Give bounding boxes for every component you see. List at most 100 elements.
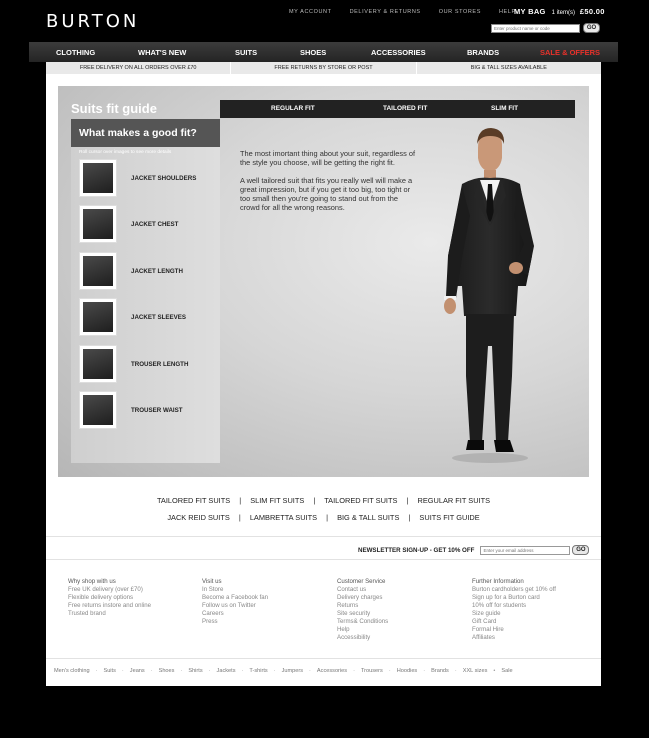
footer-link[interactable]: Trusted brand	[68, 610, 151, 618]
footer-link[interactable]: Terms& Conditions	[337, 618, 388, 626]
burton-logo[interactable]: BURTON	[46, 11, 139, 32]
nav-accessories[interactable]: ACCESSORIES	[371, 48, 426, 57]
fit-copy-intro: The most imortant thing about your suit,…	[240, 149, 415, 167]
suit-model-image	[444, 128, 534, 463]
footer-link[interactable]: Accessibility	[337, 634, 388, 642]
footer-link[interactable]: Follow us on Twitter	[202, 602, 268, 610]
footer-link[interactable]: Sign up for a Burton card	[472, 594, 556, 602]
sidebar-title: What makes a good fit?	[79, 127, 197, 139]
fit-item-label: JACKET SLEEVES	[131, 313, 187, 321]
delivery-returns-link[interactable]: DELIVERY & RETURNS	[350, 9, 421, 15]
nav-sale-offers[interactable]: SALE & OFFERS	[540, 48, 600, 57]
tab-slim-fit[interactable]: SLIM FIT	[491, 105, 518, 112]
footer-link[interactable]: Gift Card	[472, 618, 556, 626]
fit-item-jacket-chest[interactable]: JACKET CHEST	[79, 205, 219, 243]
link-big-tall-suits[interactable]: BIG & TALL SUITS	[337, 513, 399, 522]
header-search: GO	[491, 23, 600, 33]
divider	[46, 658, 601, 659]
footer-customer-service: Customer Service Contact us Delivery cha…	[337, 578, 388, 642]
link-regular-fit-suits[interactable]: REGULAR FIT SUITS	[417, 496, 490, 505]
footer-link[interactable]: Affiliates	[472, 634, 556, 642]
footer-link[interactable]: Burton cardholders get 10% off	[472, 586, 556, 594]
footer-link[interactable]: Size guide	[472, 610, 556, 618]
tab-regular-fit[interactable]: REGULAR FIT	[271, 105, 315, 112]
promo-free-delivery[interactable]: FREE DELIVERY ON ALL ORDERS OVER £70	[46, 62, 232, 74]
footer-heading: Why shop with us	[68, 578, 116, 585]
footer-link[interactable]: Contact us	[337, 586, 388, 594]
bottom-link[interactable]: Suits	[103, 668, 115, 674]
bottom-link[interactable]: T-shirts	[249, 668, 267, 674]
bag-label: MY BAG	[514, 7, 546, 16]
footer-heading: Customer Service	[337, 578, 386, 585]
fit-item-trouser-length[interactable]: TROUSER LENGTH	[79, 345, 219, 383]
jacket-sleeves-thumbnail[interactable]	[79, 298, 117, 336]
newsletter-go-button[interactable]: GO	[572, 545, 590, 555]
promo-bar: FREE DELIVERY ON ALL ORDERS OVER £70 FRE…	[46, 62, 601, 74]
main-nav: CLOTHING WHAT'S NEW SUITS SHOES ACCESSOR…	[29, 42, 618, 62]
sidebar-heading: What makes a good fit?	[71, 119, 220, 147]
footer-link[interactable]: Press	[202, 618, 268, 626]
suit-links-row-2: JACK REID SUITS | LAMBRETTA SUITS | BIG …	[167, 513, 480, 522]
footer-link[interactable]: Delivery charges	[337, 594, 388, 602]
link-tailored-fit-suits[interactable]: TAILORED FIT SUITS	[157, 496, 230, 505]
promo-free-returns[interactable]: FREE RETURNS BY STORE OR POST	[231, 62, 417, 74]
link-slim-fit-suits[interactable]: SLIM FIT SUITS	[250, 496, 304, 505]
link-suits-fit-guide[interactable]: SUITS FIT GUIDE	[419, 513, 479, 522]
search-go-button[interactable]: GO	[583, 23, 600, 33]
newsletter-email-input[interactable]	[480, 545, 571, 555]
link-tailored-fit-suits-2[interactable]: TAILORED FIT SUITS	[324, 496, 397, 505]
bottom-link[interactable]: Hoodies	[397, 668, 418, 674]
fit-guide-title: Suits fit guide	[71, 101, 157, 116]
bottom-link[interactable]: Men's clothing	[54, 668, 90, 674]
jacket-length-thumbnail[interactable]	[79, 252, 117, 290]
trouser-length-thumbnail[interactable]	[79, 345, 117, 383]
jacket-shoulders-thumbnail[interactable]	[79, 159, 117, 197]
jacket-chest-thumbnail[interactable]	[79, 205, 117, 243]
nav-whats-new[interactable]: WHAT'S NEW	[138, 48, 186, 57]
trouser-waist-thumbnail[interactable]	[79, 391, 117, 429]
nav-suits[interactable]: SUITS	[235, 48, 257, 57]
fit-item-label: TROUSER LENGTH	[131, 360, 189, 368]
nav-clothing[interactable]: CLOTHING	[56, 48, 95, 57]
search-input[interactable]	[491, 23, 580, 33]
link-lambretta-suits[interactable]: LAMBRETTA SUITS	[250, 513, 317, 522]
bottom-link[interactable]: Jackets	[217, 668, 236, 674]
bottom-link[interactable]: Sale	[501, 668, 512, 674]
footer-link[interactable]: In Store	[202, 586, 268, 594]
fit-item-jacket-shoulders[interactable]: JACKET SHOULDERS	[79, 159, 219, 197]
footer-link[interactable]: Returns	[337, 602, 388, 610]
nav-shoes[interactable]: SHOES	[300, 48, 326, 57]
footer-link[interactable]: Help	[337, 626, 388, 634]
bottom-link[interactable]: Brands	[431, 668, 449, 674]
nav-brands[interactable]: BRANDS	[467, 48, 499, 57]
footer-link[interactable]: Free UK delivery (over £70)	[68, 586, 151, 594]
fit-item-jacket-sleeves[interactable]: JACKET SLEEVES	[79, 298, 219, 336]
bottom-link[interactable]: Jumpers	[282, 668, 303, 674]
promo-big-tall[interactable]: BIG & TALL SIZES AVAILABLE	[416, 62, 601, 74]
footer-link[interactable]: Formal Hire	[472, 626, 556, 634]
footer-link[interactable]: Become a Facebook fan	[202, 594, 268, 602]
bottom-link[interactable]: Trousers	[361, 668, 383, 674]
fit-item-trouser-waist[interactable]: TROUSER WAIST	[79, 391, 219, 429]
footer-link[interactable]: Careers	[202, 610, 268, 618]
fit-guide-panel: Suits fit guide REGULAR FIT TAILORED FIT…	[58, 86, 589, 477]
bottom-link[interactable]: Shirts	[188, 668, 202, 674]
footer-heading: Further Information	[472, 578, 524, 585]
footer-link[interactable]: Site security	[337, 610, 388, 618]
footer-link[interactable]: Flexible delivery options	[68, 594, 151, 602]
bottom-link[interactable]: XXL sizes	[463, 668, 488, 674]
bottom-link[interactable]: Shoes	[159, 668, 175, 674]
our-stores-link[interactable]: OUR STORES	[439, 9, 481, 15]
bottom-link[interactable]: Accessories	[317, 668, 347, 674]
footer-further-info: Further Information Burton cardholders g…	[472, 578, 556, 642]
footer-link[interactable]: Free returns instore and online	[68, 602, 151, 610]
tab-tailored-fit[interactable]: TAILORED FIT	[383, 105, 427, 112]
footer-link[interactable]: 10% off for students	[472, 602, 556, 610]
fit-item-jacket-length[interactable]: JACKET LENGTH	[79, 252, 219, 290]
my-bag[interactable]: MY BAG 1 item(s) £50.00	[514, 7, 609, 16]
newsletter-label: NEWSLETTER SIGN-UP - GET 10% OFF	[358, 546, 475, 554]
bottom-link[interactable]: Jeans	[130, 668, 145, 674]
fit-item-label: JACKET CHEST	[131, 220, 179, 228]
link-jack-reid-suits[interactable]: JACK REID SUITS	[167, 513, 229, 522]
my-account-link[interactable]: MY ACCOUNT	[289, 9, 332, 15]
